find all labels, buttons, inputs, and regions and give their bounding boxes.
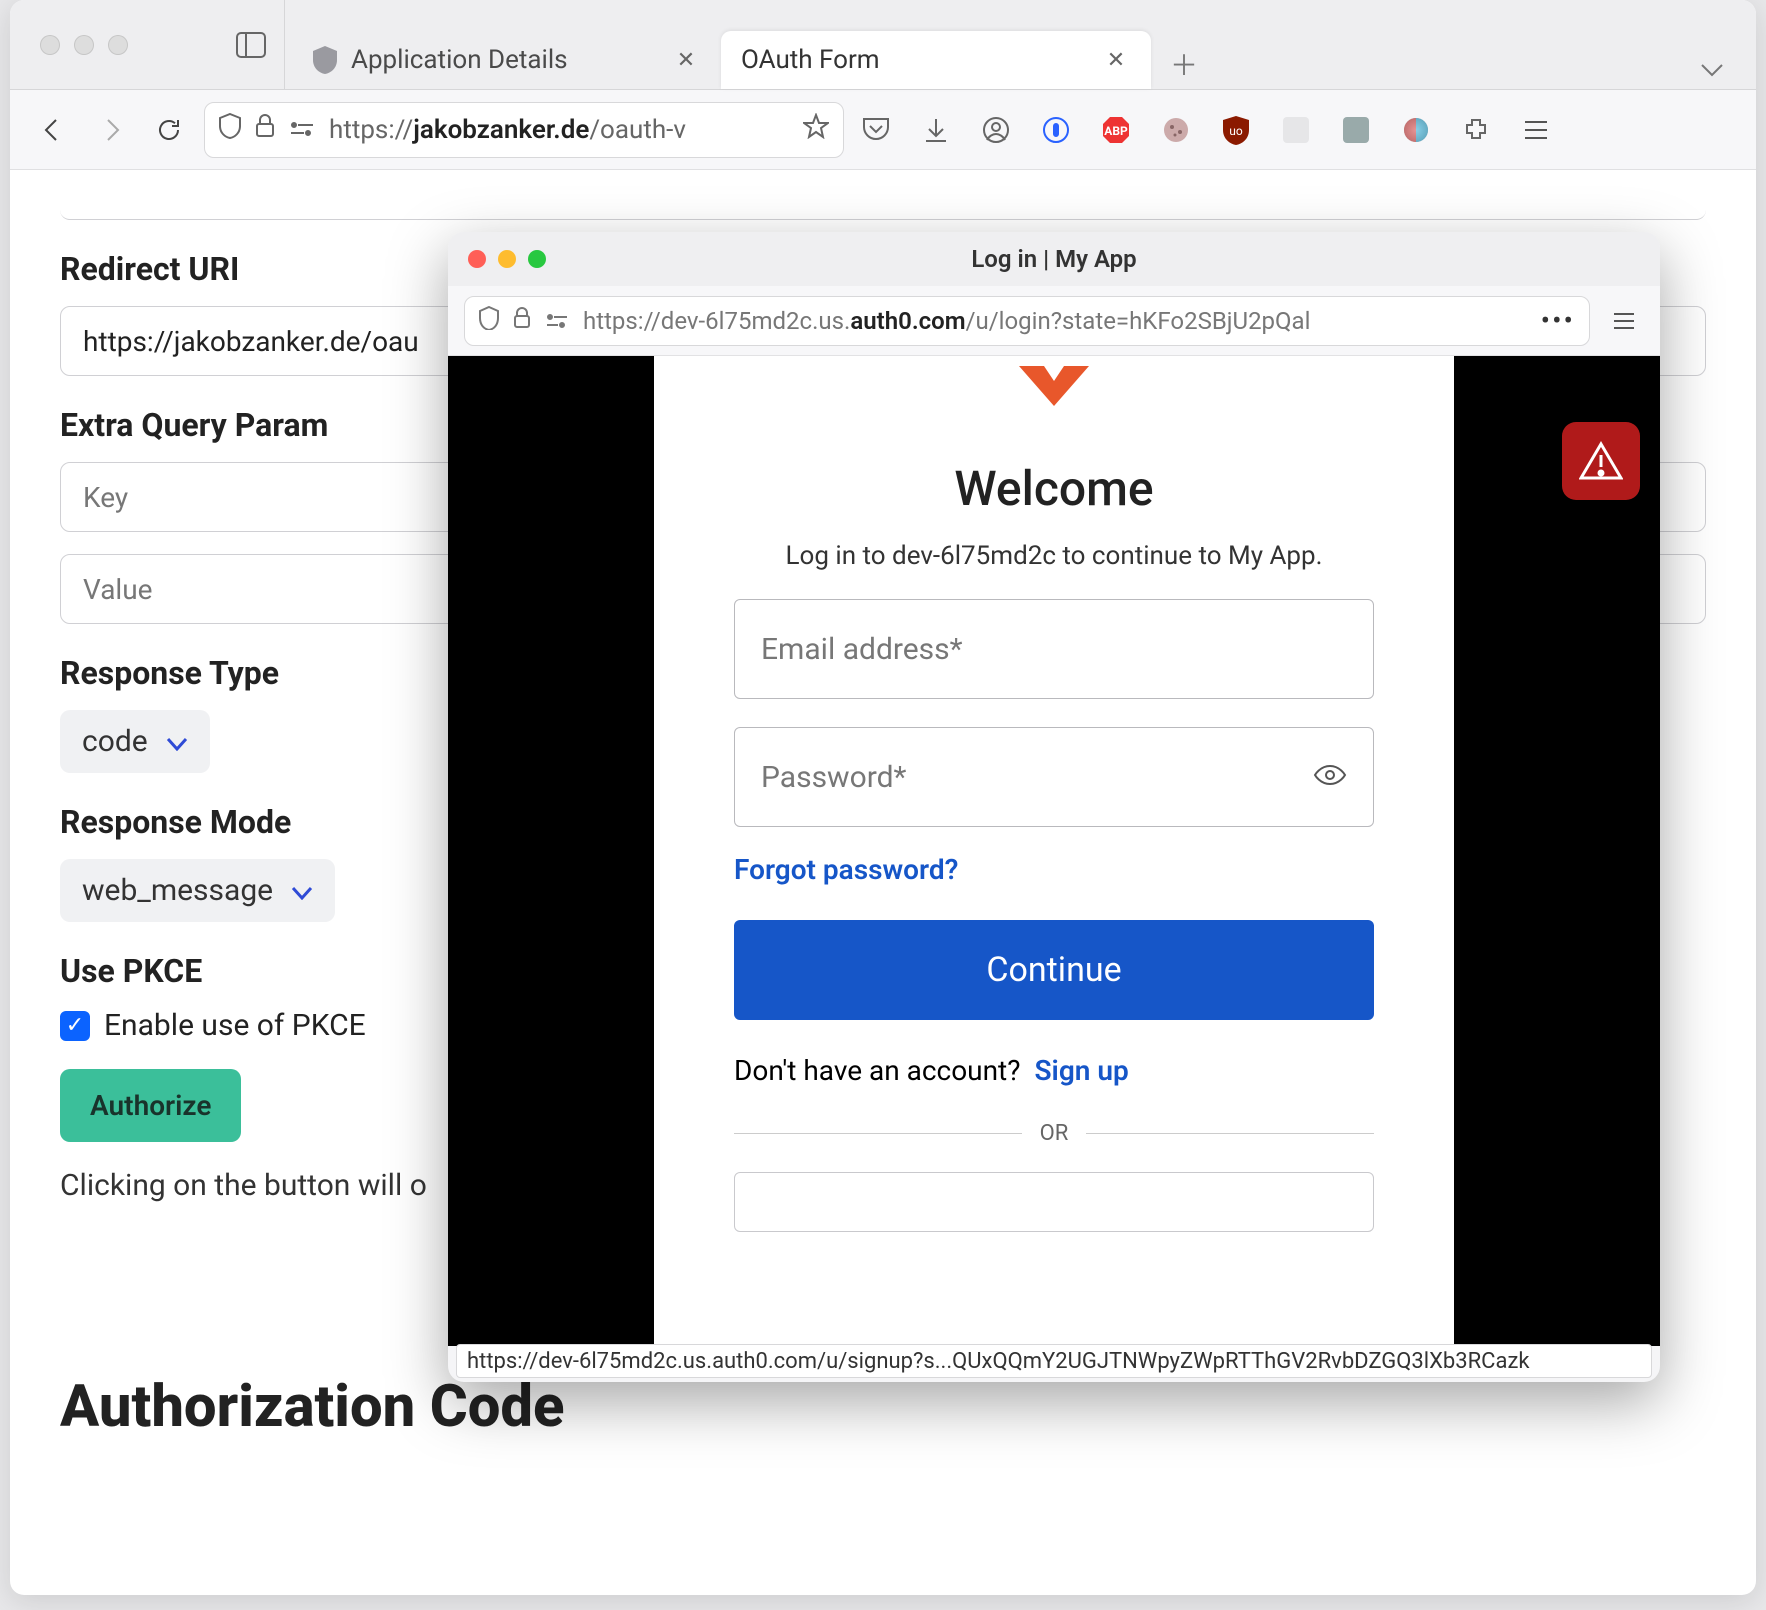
extensions-icon[interactable] [1456,110,1496,150]
permissions-icon[interactable] [289,115,315,145]
lock-icon [513,307,531,335]
lock-icon [255,114,275,145]
onepassword-icon[interactable] [1036,110,1076,150]
traffic-light-minimize[interactable] [498,250,516,268]
adblock-icon[interactable]: ABP [1096,110,1136,150]
forgot-password-link[interactable]: Forgot password? [734,853,958,886]
or-text: OR [1040,1121,1069,1146]
authorize-button[interactable]: Authorize [60,1069,241,1142]
password-field[interactable]: Password* [734,727,1374,827]
response-type-select[interactable]: code [60,710,210,773]
ext-icon-grey[interactable] [1276,110,1316,150]
tab-strip: Application Details ✕ OAuth Form ✕ ＋ [284,0,1756,89]
welcome-heading: Welcome [954,460,1153,517]
traffic-light-minimize[interactable] [74,35,94,55]
divider-line [1086,1133,1374,1134]
traffic-light-close[interactable] [40,35,60,55]
tab-label: OAuth Form [741,45,880,75]
ublock-icon[interactable]: uo [1216,110,1256,150]
popup-url: https://dev-6l75md2c.us.auth0.com/u/logi… [583,307,1521,335]
close-icon[interactable]: ✕ [671,45,701,75]
tab-application-details[interactable]: Application Details ✕ [291,31,721,89]
email-field[interactable]: Email address* [734,599,1374,699]
chevron-down-icon [291,873,313,908]
download-icon[interactable] [916,110,956,150]
ext-icon-dark[interactable] [1336,110,1376,150]
signup-row: Don't have an account? Sign up [734,1054,1129,1087]
truncated-input[interactable] [60,170,1706,220]
back-button[interactable] [30,107,76,153]
tab-oauth-form[interactable]: OAuth Form ✕ [721,31,1151,89]
eye-icon[interactable] [1313,760,1347,795]
password-placeholder: Password* [761,760,906,795]
forward-button[interactable] [88,107,134,153]
reload-button[interactable] [146,107,192,153]
traffic-light-zoom[interactable] [528,250,546,268]
checkbox-checked-icon[interactable]: ✓ [60,1011,90,1041]
close-icon[interactable]: ✕ [1101,45,1131,75]
hamburger-menu-icon[interactable] [1516,110,1556,150]
popup-address-bar[interactable]: https://dev-6l75md2c.us.auth0.com/u/logi… [464,296,1590,346]
traffic-light-close[interactable] [468,250,486,268]
titlebar: Application Details ✕ OAuth Form ✕ ＋ [10,0,1756,90]
tabs-overflow-icon[interactable] [1692,49,1732,89]
status-url: https://dev-6l75md2c.us.auth0.com/u/sign… [467,1349,1530,1374]
url-text: https://jakobzanker.de/oauth-v [329,115,789,145]
address-bar[interactable]: https://jakobzanker.de/oauth-v [204,102,844,158]
window-controls [468,250,546,268]
svg-text:ABP: ABP [1104,124,1128,138]
app-logo-icon [1009,356,1099,406]
login-subtitle: Log in to dev-6l75md2c to continue to My… [786,541,1323,571]
permissions-icon[interactable] [545,307,569,335]
window-controls [10,35,230,55]
login-card: Welcome Log in to dev-6l75md2c to contin… [654,356,1454,1346]
shield-icon [311,46,339,74]
or-divider: OR [734,1121,1374,1146]
traffic-light-zoom[interactable] [108,35,128,55]
popup-title: Log in | My App [971,245,1136,273]
sidebar-toggle-icon[interactable] [230,27,272,63]
new-tab-button[interactable]: ＋ [1159,39,1209,89]
shield-icon [479,306,499,336]
popup-titlebar: Log in | My App [448,232,1660,286]
login-popup-window: Log in | My App https://dev-6l75md2c.us.… [448,232,1660,1382]
response-mode-select[interactable]: web_message [60,859,335,922]
account-icon[interactable] [976,110,1016,150]
auth-code-heading: Authorization Code [60,1373,1706,1441]
color-wheel-icon[interactable] [1396,110,1436,150]
pocket-icon[interactable] [856,110,896,150]
star-icon[interactable] [803,113,829,146]
popup-toolbar: https://dev-6l75md2c.us.auth0.com/u/logi… [448,286,1660,356]
shield-icon [219,113,241,146]
popup-content: Welcome Log in to dev-6l75md2c to contin… [448,356,1660,1346]
url-more-icon[interactable]: ••• [1541,304,1575,337]
continue-button[interactable]: Continue [734,920,1374,1020]
email-placeholder: Email address* [761,632,963,667]
tab-label: Application Details [351,45,568,75]
pkce-checkbox-label: Enable use of PKCE [104,1008,366,1043]
svg-text:uo: uo [1229,124,1243,138]
chevron-down-icon [166,724,188,759]
status-bar: https://dev-6l75md2c.us.auth0.com/u/sign… [456,1344,1652,1378]
cookie-ext-icon[interactable] [1156,110,1196,150]
hamburger-menu-icon[interactable] [1604,311,1644,331]
no-account-text: Don't have an account? [734,1054,1020,1087]
signup-link[interactable]: Sign up [1034,1054,1128,1087]
toolbar: https://jakobzanker.de/oauth-v ABP uo [10,90,1756,170]
extension-row: ABP uo [856,110,1556,150]
divider-line [734,1133,1022,1134]
social-login-button[interactable] [734,1172,1374,1232]
warning-badge-icon[interactable] [1562,422,1640,500]
